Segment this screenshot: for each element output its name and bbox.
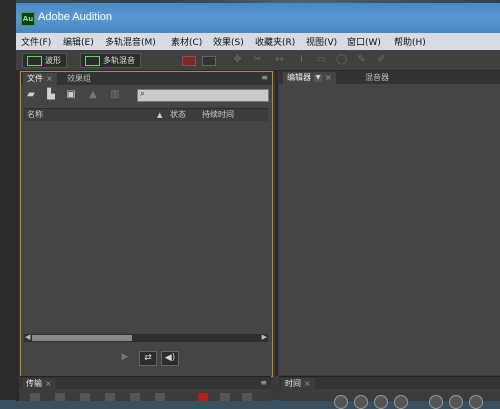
audition-app-icon: Au <box>21 12 35 26</box>
files-column-header: 名称 ▲ 状态 持续时间 <box>24 108 268 122</box>
title-bar[interactable]: Au Adobe Audition <box>16 3 500 33</box>
column-duration[interactable]: 持续时间 <box>202 109 234 121</box>
panel-grip-left <box>16 71 19 401</box>
autoplay-icon[interactable]: ◀) <box>161 351 179 366</box>
zoom-in-time-icon[interactable] <box>374 395 388 409</box>
pitch-display-icon[interactable] <box>202 56 216 66</box>
tab-transport[interactable]: 传输 × <box>22 378 56 390</box>
files-horizontal-scrollbar[interactable]: ◀ ▶ <box>24 333 268 342</box>
waveform-label: 波形 <box>45 56 61 65</box>
files-toolbar: ▰ ▙ ▣ ▲ ▥ ⌕ <box>21 85 272 105</box>
time-panel: 时间 × <box>279 376 500 409</box>
loop-icon[interactable]: ⇄ <box>139 351 157 366</box>
menu-file[interactable]: 文件(F) <box>21 35 51 48</box>
multitrack-label: 多轨混音 <box>103 56 135 65</box>
slip-tool-icon[interactable]: ↔ <box>274 54 285 65</box>
tab-effects-rack[interactable]: 效果组 <box>63 73 95 85</box>
files-list[interactable] <box>24 121 268 333</box>
time-panel-tabbar: 时间 × <box>279 377 500 390</box>
scroll-right-icon[interactable]: ▶ <box>262 333 267 341</box>
close-icon[interactable]: × <box>325 73 332 82</box>
tab-mixer[interactable]: 混音器 <box>361 72 393 84</box>
zoom-out-amplitude-icon[interactable] <box>354 395 368 409</box>
close-icon[interactable]: × <box>304 379 311 388</box>
zoom-in-amplitude-icon[interactable] <box>334 395 348 409</box>
preview-controls: ▶ ⇄ ◀) <box>21 348 272 368</box>
export-icon[interactable]: ▲ <box>87 89 99 100</box>
scroll-left-icon[interactable]: ◀ <box>25 333 30 341</box>
panel-menu-icon[interactable]: ≡ <box>260 378 267 387</box>
editor-panel: 编辑器 ▼ × 混音器 <box>279 71 500 375</box>
column-name[interactable]: 名称 <box>27 109 43 121</box>
app-window: Au Adobe Audition 文件(F) 编辑(E) 多轨混音(M) 素材… <box>16 3 500 409</box>
chevron-down-icon[interactable]: ▼ <box>314 73 322 82</box>
scrollbar-thumb[interactable] <box>32 335 132 341</box>
menu-view[interactable]: 视图(V) <box>306 35 337 48</box>
menu-clip[interactable]: 素材(C) <box>171 35 202 48</box>
search-icon: ⌕ <box>140 89 146 99</box>
time-selection-tool-icon[interactable]: Ι <box>296 54 307 65</box>
menu-favorites[interactable]: 收藏夹(R) <box>255 35 295 48</box>
main-toolbar: 波形 多轨混音 ✥ ✂ ↔ Ι ▭ ◯ ✎ ✐ <box>16 50 500 71</box>
menu-help[interactable]: 帮助(H) <box>394 35 426 48</box>
files-panel: 文件 × 效果组 ≡ ▰ ▙ ▣ ▲ ▥ ⌕ 名称 ▲ 状态 持续时间 ◀ ▶ ▶ <box>20 71 273 377</box>
zoom-selection-icon[interactable] <box>449 395 463 409</box>
panel-splitter[interactable] <box>275 71 278 376</box>
move-tool-icon[interactable]: ✥ <box>232 54 243 65</box>
menu-effects[interactable]: 效果(S) <box>213 35 244 48</box>
files-panel-tabbar: 文件 × 效果组 ≡ <box>21 72 272 85</box>
search-input[interactable]: ⌕ <box>137 89 269 102</box>
lasso-tool-icon[interactable]: ◯ <box>336 54 347 65</box>
insert-into-multitrack-icon[interactable]: ▣ <box>65 89 77 100</box>
multitrack-icon <box>85 56 100 66</box>
trash-icon[interactable]: ▥ <box>109 89 121 100</box>
healing-brush-icon[interactable]: ✐ <box>376 54 387 65</box>
menu-multitrack[interactable]: 多轨混音(M) <box>105 35 156 48</box>
menu-bar: 文件(F) 编辑(E) 多轨混音(M) 素材(C) 效果(S) 收藏夹(R) 视… <box>16 33 500 51</box>
tab-files[interactable]: 文件 × <box>23 73 57 85</box>
spectral-display-icon[interactable] <box>182 56 196 66</box>
close-icon[interactable]: × <box>45 379 52 388</box>
transport-panel-tabbar: 传输 × ≡ <box>20 377 271 390</box>
razor-tool-icon[interactable]: ✂ <box>252 54 263 65</box>
editor-panel-tabbar: 编辑器 ▼ × 混音器 <box>279 71 500 84</box>
transport-panel: 传输 × ≡ <box>20 376 271 401</box>
waveform-view-button[interactable]: 波形 <box>22 53 67 68</box>
sort-ascending-icon[interactable]: ▲ <box>157 109 162 121</box>
window-title: Adobe Audition <box>38 11 113 23</box>
close-icon[interactable]: × <box>46 74 53 83</box>
multitrack-view-button[interactable]: 多轨混音 <box>80 53 141 68</box>
desktop-left-strip <box>0 0 16 400</box>
panel-menu-icon[interactable]: ≡ <box>261 73 268 82</box>
tab-editor[interactable]: 编辑器 ▼ × <box>283 72 336 84</box>
waveform-icon <box>27 56 42 66</box>
zoom-in-point-icon[interactable] <box>469 395 483 409</box>
open-folder-icon[interactable]: ▰ <box>25 89 37 100</box>
brush-tool-icon[interactable]: ✎ <box>356 54 367 65</box>
column-status[interactable]: 状态 <box>170 109 186 121</box>
menu-edit[interactable]: 编辑(E) <box>63 35 94 48</box>
tab-time[interactable]: 时间 × <box>281 378 315 390</box>
play-icon[interactable]: ▶ <box>117 351 133 364</box>
zoom-full-icon[interactable] <box>429 395 443 409</box>
new-file-icon[interactable]: ▙ <box>45 89 57 100</box>
menu-window[interactable]: 窗口(W) <box>347 35 381 48</box>
zoom-out-time-icon[interactable] <box>394 395 408 409</box>
marquee-tool-icon[interactable]: ▭ <box>316 54 327 65</box>
